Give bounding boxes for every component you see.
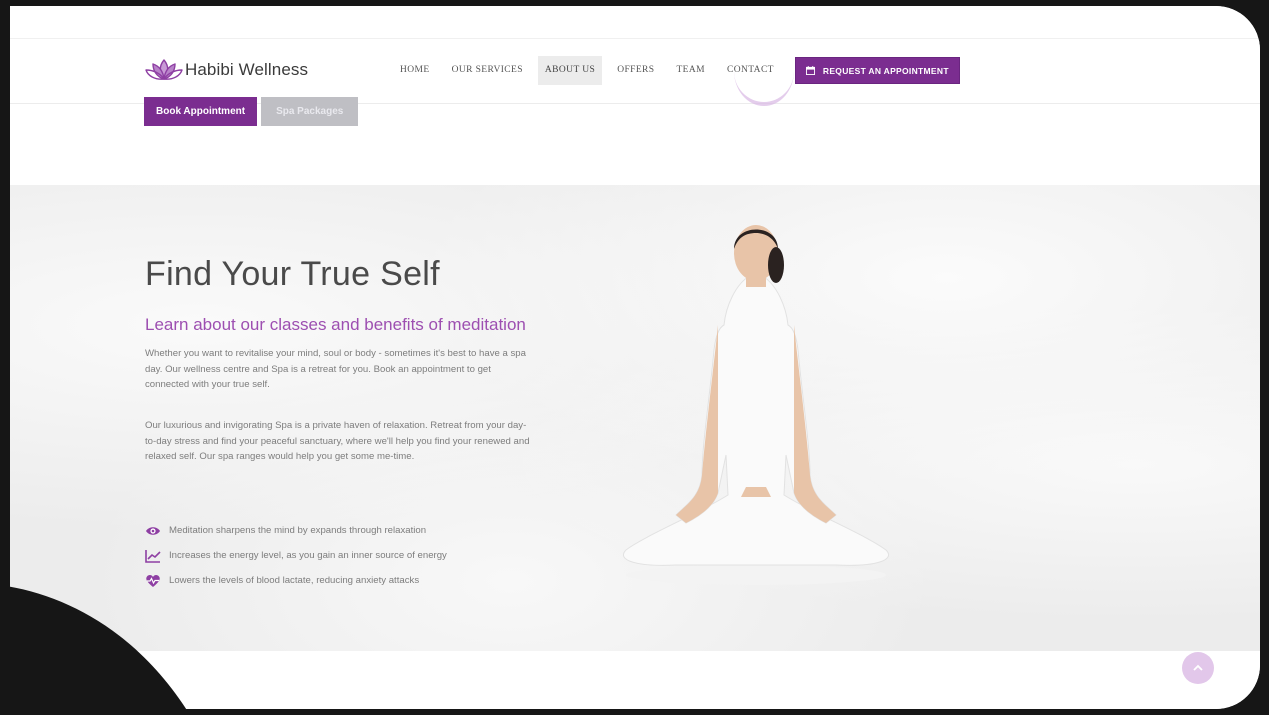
nav-item-team[interactable]: TEAM bbox=[669, 56, 712, 85]
main-nav: HOME OUR SERVICES ABOUT US OFFERS TEAM C… bbox=[393, 56, 960, 85]
request-appointment-label: REQUEST AN APPOINTMENT bbox=[822, 65, 949, 76]
benefit-text: Lowers the levels of blood lactate, redu… bbox=[169, 575, 420, 586]
decorative-corner-shape bbox=[0, 585, 190, 715]
benefit-item: Meditation sharpens the mind by expands … bbox=[145, 518, 447, 543]
hero-section: Find Your True Self Learn about our clas… bbox=[10, 185, 1260, 651]
line-chart-icon bbox=[145, 549, 161, 563]
brand-name: Habibi Wellness bbox=[185, 60, 309, 79]
benefit-item: Increases the energy level, as you gain … bbox=[145, 543, 447, 568]
site-header: Habibi Wellness HOME OUR SERVICES ABOUT … bbox=[10, 38, 1260, 104]
nav-item-home[interactable]: HOME bbox=[393, 56, 437, 85]
lotus-icon bbox=[145, 59, 183, 80]
benefit-text: Meditation sharpens the mind by expands … bbox=[169, 525, 427, 536]
spa-packages-button[interactable]: Spa Packages bbox=[261, 97, 359, 126]
request-appointment-button[interactable]: REQUEST AN APPOINTMENT bbox=[794, 57, 960, 84]
spa-paragraph: Our luxurious and invigorating Spa is a … bbox=[145, 420, 530, 462]
benefits-list: Meditation sharpens the mind by expands … bbox=[145, 518, 447, 593]
book-appointment-button[interactable]: Book Appointment bbox=[144, 97, 258, 126]
calendar-icon bbox=[805, 66, 815, 75]
intro-paragraph: Whether you want to revitalise your mind… bbox=[145, 348, 526, 390]
hero-title: Find Your True Self bbox=[145, 255, 440, 293]
meditating-woman-image bbox=[623, 225, 889, 585]
nav-item-offers[interactable]: OFFERS bbox=[610, 56, 661, 85]
nav-item-our-services[interactable]: OUR SERVICES bbox=[445, 56, 530, 85]
nav-item-about-us[interactable]: ABOUT US bbox=[537, 56, 603, 85]
hero-subtitle: Learn about our classes and benefits of … bbox=[145, 315, 526, 334]
decorative-arc bbox=[734, 36, 794, 106]
eye-icon bbox=[146, 526, 160, 535]
top-button-group: Book Appointment Spa Packages bbox=[144, 97, 359, 126]
logo[interactable]: Habibi Wellness bbox=[145, 57, 308, 83]
chevron-up-icon bbox=[1193, 664, 1203, 671]
scroll-to-top-button[interactable] bbox=[1182, 652, 1214, 684]
benefit-text: Increases the energy level, as you gain … bbox=[169, 550, 447, 561]
